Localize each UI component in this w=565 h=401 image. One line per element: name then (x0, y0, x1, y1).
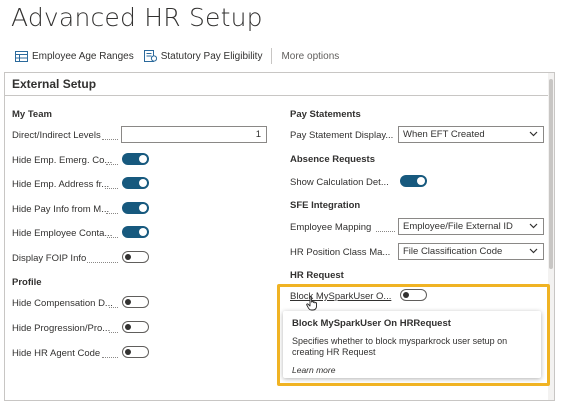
hide-emp-address-toggle[interactable] (122, 177, 149, 189)
hide-pay-info-label: Hide Pay Info from M... (12, 204, 110, 215)
hide-emp-emerg-toggle[interactable] (122, 153, 149, 165)
profile-heading: Profile (12, 277, 42, 288)
pay-icon (143, 50, 157, 62)
employee-mapping-label: Employee Mapping (290, 222, 372, 233)
field-tooltip: Block MySparkUser On HRRequest Specifies… (283, 311, 541, 378)
chevron-down-icon (529, 248, 538, 254)
employee-age-ranges-action[interactable]: Employee Age Ranges (10, 44, 139, 68)
leader-dots (107, 237, 118, 238)
leader-dots (102, 357, 118, 358)
direct-indirect-levels-label: Direct/Indirect Levels (12, 130, 101, 141)
hide-progression-toggle[interactable] (122, 321, 149, 333)
more-options-button[interactable]: More options (276, 44, 344, 68)
chevron-down-icon (529, 223, 538, 229)
hide-employee-conta-toggle[interactable] (122, 226, 149, 238)
hr-request-heading: HR Request (290, 270, 344, 281)
sfe-integration-heading: SFE Integration (290, 200, 361, 211)
absence-requests-heading: Absence Requests (290, 154, 376, 165)
statutory-pay-eligibility-action[interactable]: Statutory Pay Eligibility (139, 44, 268, 68)
pay-statement-display-label: Pay Statement Display... (290, 130, 394, 141)
block-mysparkuser-toggle[interactable] (400, 289, 427, 301)
hide-employee-conta-label: Hide Employee Conta... (12, 228, 113, 239)
tooltip-title: Block MySparkUser On HRRequest (292, 318, 451, 329)
panel-divider (5, 95, 554, 96)
pay-statement-display-select[interactable]: When EFT Created (398, 126, 544, 143)
learn-more-link[interactable]: Learn more (292, 365, 532, 375)
statutory-pay-eligibility-label: Statutory Pay Eligibility (160, 50, 263, 62)
tooltip-body: Specifies whether to block mysparkrock u… (292, 336, 508, 357)
hide-pay-info-toggle[interactable] (122, 202, 149, 214)
hide-progression-label: Hide Progression/Pro... (12, 323, 111, 334)
show-calculation-det-toggle[interactable] (400, 175, 427, 187)
direct-indirect-levels-input[interactable]: 1 (121, 126, 267, 143)
hr-position-class-select[interactable]: File Classification Code (398, 243, 544, 260)
pay-statements-heading: Pay Statements (290, 109, 361, 120)
leader-dots (109, 332, 118, 333)
page-title: Advanced HR Setup (11, 3, 263, 32)
leader-dots (87, 262, 118, 263)
action-separator (271, 48, 273, 64)
hr-position-class-value: File Classification Code (403, 246, 503, 257)
employee-age-ranges-label: Employee Age Ranges (32, 50, 134, 62)
vertical-scrollbar[interactable] (548, 73, 554, 400)
employee-mapping-select[interactable]: Employee/File External ID (398, 218, 544, 235)
table-icon (15, 50, 28, 62)
employee-mapping-value: Employee/File External ID (403, 221, 513, 232)
hr-position-class-label: HR Position Class Ma... (290, 247, 391, 258)
hand-pointer-icon (306, 296, 317, 311)
chevron-down-icon (529, 131, 538, 137)
leader-dots (376, 231, 395, 232)
hide-emp-emerg-label: Hide Emp. Emerg. Co... (12, 155, 113, 166)
leader-dots (105, 188, 118, 189)
leader-dots (109, 307, 118, 308)
hide-compensation-label: Hide Compensation D... (12, 298, 113, 309)
show-calculation-det-label: Show Calculation Det... (290, 177, 389, 188)
my-team-heading: My Team (12, 109, 52, 120)
hide-hr-agent-code-toggle[interactable] (122, 346, 149, 358)
display-foip-info-toggle[interactable] (122, 251, 149, 263)
hide-emp-address-label: Hide Emp. Address fr... (12, 179, 110, 190)
pay-statement-display-value: When EFT Created (403, 129, 485, 140)
leader-dots (106, 213, 118, 214)
leader-dots (106, 164, 118, 165)
panel-title[interactable]: External Setup (12, 77, 96, 91)
hide-hr-agent-code-label: Hide HR Agent Code (12, 348, 101, 359)
scrollbar-thumb[interactable] (549, 79, 553, 269)
action-bar: Employee Age Ranges Statutory Pay Eligib… (10, 44, 344, 68)
leader-dots (102, 139, 118, 140)
hide-compensation-toggle[interactable] (122, 296, 149, 308)
display-foip-info-label: Display FOIP Info (12, 253, 87, 264)
